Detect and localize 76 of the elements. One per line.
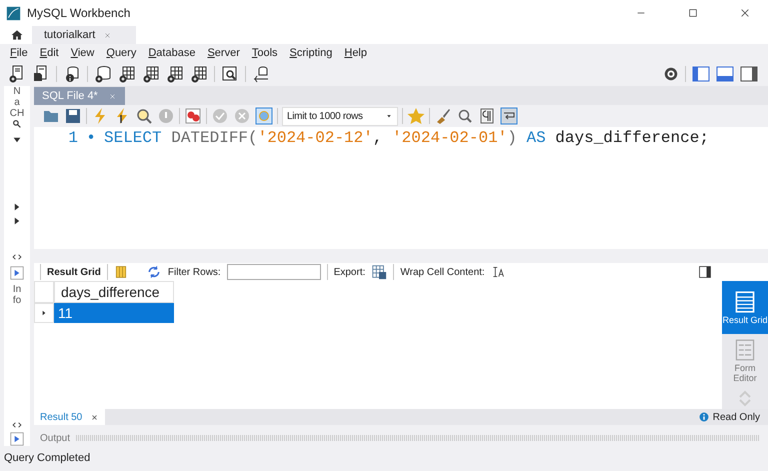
panel-toggle-icon[interactable] — [9, 432, 25, 446]
read-only-label: Read Only — [712, 412, 760, 422]
export-label: Export: — [334, 266, 366, 278]
procedure-add-icon[interactable] — [166, 65, 184, 83]
view-add-icon[interactable] — [142, 65, 160, 83]
sidebar-label: CH — [10, 108, 24, 119]
sidebar-label: N — [13, 86, 21, 97]
expand-icon[interactable] — [12, 202, 22, 212]
line-number: 1 — [67, 129, 78, 147]
close-icon — [739, 7, 751, 19]
sidebar-label: fo — [12, 294, 22, 306]
grid-corner — [34, 281, 54, 303]
menu-item[interactable]: Scripting — [284, 47, 338, 59]
menu-item[interactable]: Tools — [246, 47, 284, 59]
limit-rows-dropdown[interactable]: Limit to 1000 rows — [282, 106, 398, 126]
column-grid-icon[interactable] — [114, 265, 128, 279]
settings-icon[interactable] — [663, 66, 679, 82]
form-icon — [734, 338, 756, 360]
output-label: Output — [40, 432, 70, 444]
menu-item[interactable]: Database — [142, 47, 202, 59]
menu-item[interactable]: Help — [338, 47, 373, 59]
filter-rows-field[interactable] — [226, 264, 321, 280]
function-add-icon[interactable] — [190, 65, 208, 83]
window-title: MySQL Workbench — [27, 6, 132, 20]
maximize-icon — [687, 7, 699, 19]
menu-item[interactable]: Edit — [34, 47, 65, 59]
invisible-chars-icon[interactable] — [478, 107, 496, 125]
status-text: Query Completed — [3, 451, 92, 466]
statement-marker: • — [85, 129, 97, 147]
filter-rows-label: Filter Rows: — [168, 266, 221, 278]
autocommit-icon[interactable] — [255, 107, 273, 125]
grid-icon — [734, 290, 756, 312]
panel-layout-icon[interactable] — [698, 265, 712, 279]
reconnect-icon[interactable] — [252, 65, 270, 83]
refresh-icon[interactable] — [146, 265, 162, 279]
wrap-cell-content-label: Wrap Cell Content: — [400, 266, 485, 278]
word-wrap-icon[interactable] — [500, 107, 518, 125]
secondary-sidebar-toggle-icon[interactable] — [740, 65, 758, 83]
code-line: SELECT DATEDIFF('2024-02-12', '2024-02-01') AS days_difference; — [104, 129, 709, 147]
export-icon[interactable] — [371, 264, 388, 280]
sidebar-label: In — [12, 284, 22, 295]
toggle-errors-icon[interactable] — [184, 107, 202, 125]
menu-item[interactable]: Server — [201, 47, 246, 59]
star-icon[interactable] — [407, 107, 425, 125]
explain-magnifier-icon[interactable] — [135, 107, 153, 125]
menu-item[interactable]: View — [64, 47, 100, 59]
current-row-icon — [40, 308, 48, 318]
info-icon — [698, 412, 709, 422]
side-panel-button[interactable]: Result Grid — [722, 281, 768, 334]
search-table-icon[interactable] — [221, 65, 239, 83]
side-panel-button[interactable]: Form Editor — [722, 334, 768, 387]
panel-toggle-icon[interactable] — [9, 266, 25, 280]
caret-icon[interactable] — [385, 112, 393, 120]
result-tab[interactable]: Result 50 — [34, 409, 106, 425]
menu-item[interactable]: Query — [100, 47, 142, 59]
close-icon[interactable] — [103, 30, 112, 40]
wrap-text-icon[interactable] — [490, 265, 505, 279]
database-info-icon[interactable] — [63, 65, 81, 83]
column-header[interactable]: days_difference — [54, 281, 174, 303]
database-add-icon[interactable] — [94, 65, 112, 83]
menu-item[interactable]: File — [4, 47, 34, 59]
table-cell[interactable]: 11 — [54, 303, 174, 323]
search-icon[interactable] — [12, 119, 22, 129]
sidebar-toggle-icon[interactable] — [692, 65, 710, 83]
save-icon[interactable] — [64, 107, 82, 125]
connection-tab[interactable]: tutorialkart — [32, 26, 136, 44]
output-toggle-icon[interactable] — [716, 65, 734, 83]
result-grid-label: Result Grid — [47, 266, 101, 278]
scroll-arrows-icon[interactable] — [10, 252, 24, 262]
expand-icon[interactable] — [12, 216, 22, 226]
sidebar-label: a — [14, 97, 20, 108]
scroll-arrows-icon[interactable] — [10, 420, 24, 430]
table-add-icon[interactable] — [118, 65, 136, 83]
close-icon[interactable] — [90, 412, 100, 422]
app-logo-icon — [6, 6, 21, 20]
home-icon — [10, 28, 24, 42]
